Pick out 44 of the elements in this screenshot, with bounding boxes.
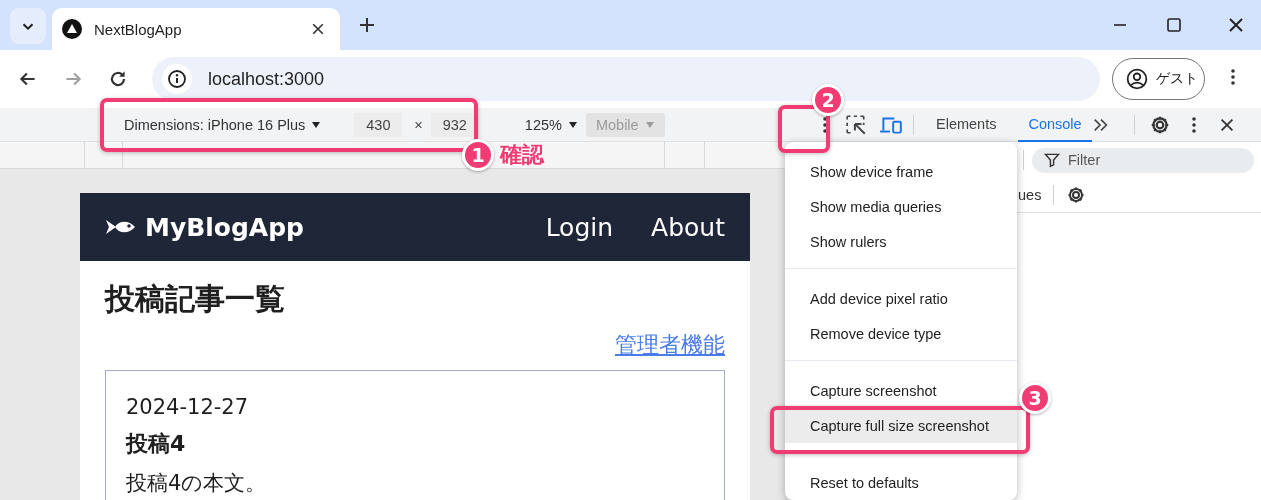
nav-link[interactable]: Login <box>545 212 614 242</box>
post-title: 投稿4 <box>126 430 187 458</box>
width-field[interactable]: 430 <box>354 112 403 137</box>
caret-icon <box>644 119 655 130</box>
triangle-logo-icon <box>62 19 82 39</box>
height-field[interactable]: 932 <box>430 112 479 137</box>
post-card[interactable]: 2024-12-27 投稿4 投稿4の本文。 <box>105 370 725 500</box>
person-icon <box>1126 68 1148 90</box>
page-heading: 投稿記事一覧 <box>105 280 286 318</box>
menu-item[interactable]: Add device pixel ratio <box>785 281 1017 316</box>
nav-link[interactable]: About <box>651 212 725 242</box>
menu-item[interactable]: Show rulers <box>785 224 1017 259</box>
site-logo[interactable]: MyBlogApp <box>145 212 508 242</box>
times-text: × <box>414 116 423 133</box>
fish-icon <box>105 217 137 237</box>
filter-icon <box>1044 152 1060 168</box>
url-text: localhost:3000 <box>208 68 325 90</box>
caret-icon <box>567 119 578 130</box>
browser-tab[interactable]: NextBlogApp <box>52 8 340 50</box>
menu-item[interactable]: Show media queries <box>785 189 1017 224</box>
profile-button[interactable]: ゲスト <box>1112 58 1205 100</box>
post-body: 投稿4の本文。 <box>126 470 268 497</box>
menu-item[interactable]: Capture screenshot <box>785 373 1017 408</box>
menu-item[interactable]: Capture full size screenshot <box>785 408 1017 443</box>
menu-item[interactable]: Remove device type <box>785 316 1017 351</box>
plus-icon[interactable] <box>357 15 377 35</box>
devtools-tab[interactable]: Console <box>1018 107 1092 142</box>
close-icon[interactable] <box>310 21 326 37</box>
level-label[interactable]: ues <box>1018 187 1042 203</box>
maximize-icon[interactable] <box>1164 15 1184 35</box>
select-element-icon[interactable] <box>845 113 867 136</box>
settings-icon[interactable] <box>1066 185 1087 205</box>
callout-label: 確認 <box>500 141 544 169</box>
zoom-dropdown[interactable]: 125% <box>524 116 578 133</box>
device-dropdown[interactable]: Dimensions: iPhone 16 Plus <box>116 112 330 137</box>
menu-item[interactable]: Show device frame <box>785 154 1017 189</box>
post-date: 2024-12-27 <box>126 395 250 419</box>
devtools-tab[interactable]: Elements <box>926 107 1007 142</box>
filter-field[interactable]: Filter <box>1032 147 1254 173</box>
caret-icon <box>311 119 322 130</box>
info-icon[interactable] <box>167 69 187 89</box>
admin-link[interactable]: 管理者機能 <box>615 332 725 357</box>
tab-search-button[interactable] <box>10 8 46 44</box>
menu-item[interactable]: Reset to defaults <box>785 465 1017 500</box>
